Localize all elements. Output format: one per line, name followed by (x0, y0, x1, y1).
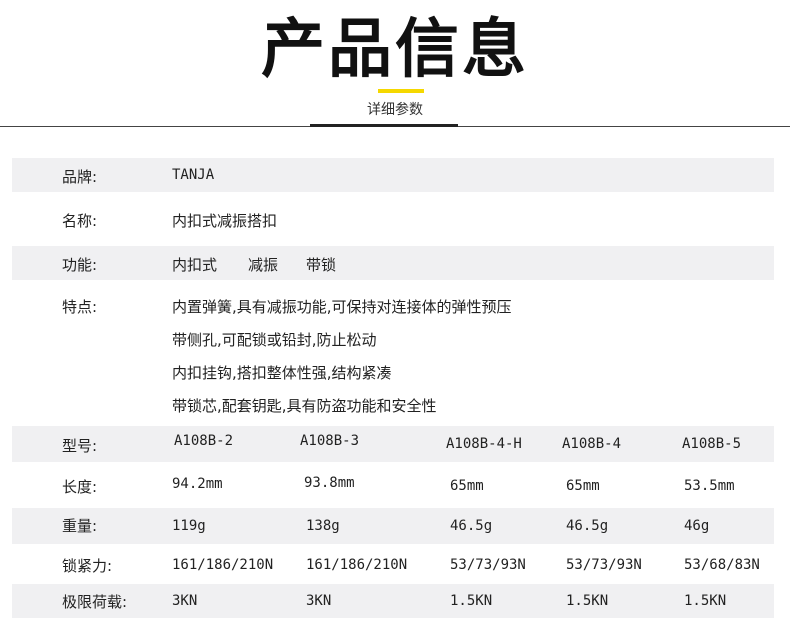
function-label: 功能: (62, 256, 98, 274)
weight-row: 重量: 119g 138g 46.5g 46.5g 46g (12, 508, 774, 544)
weight-value-4: 46.5g (566, 518, 609, 534)
function-value-1: 内扣式 (172, 256, 218, 274)
name-label: 名称: (62, 212, 98, 230)
features-line-3: 内扣挂钩,搭扣整体性强,结构紧凑 (172, 364, 392, 382)
model-value-3: A108B-4-H (446, 436, 522, 452)
load-limit-row: 极限荷载: 3KN 3KN 1.5KN 1.5KN 1.5KN (12, 584, 774, 618)
model-value-1: A108B-2 (174, 433, 234, 449)
lock-force-value-4: 53/73/93N (566, 557, 642, 573)
function-row: 功能: 内扣式 减振 带锁 (12, 246, 774, 280)
load-limit-value-1: 3KN (172, 593, 198, 609)
length-row: 长度: 94.2mm 93.8mm 65mm 65mm 53.5mm (12, 468, 774, 504)
header-divider-accent (310, 124, 458, 127)
weight-value-2: 138g (306, 518, 340, 534)
features-label: 特点: (62, 298, 98, 316)
model-label: 型号: (62, 437, 98, 455)
load-limit-label: 极限荷载: (62, 593, 128, 611)
function-value-2: 减振 (248, 256, 279, 274)
title-accent-bar (378, 89, 424, 93)
features-line-1: 内置弹簧,具有减振功能,可保持对连接体的弹性预压 (172, 298, 512, 316)
lock-force-value-3: 53/73/93N (450, 557, 526, 573)
weight-value-5: 46g (684, 518, 710, 534)
load-limit-value-4: 1.5KN (566, 593, 609, 609)
length-value-3: 65mm (450, 478, 484, 494)
features-line-4: 带锁芯,配套钥匙,具有防盗功能和安全性 (172, 397, 437, 415)
load-limit-value-5: 1.5KN (684, 593, 727, 609)
model-value-2: A108B-3 (300, 433, 360, 449)
load-limit-value-3: 1.5KN (450, 593, 493, 609)
page-subtitle: 详细参数 (367, 102, 423, 118)
lock-force-label: 锁紧力: (62, 557, 113, 575)
weight-label: 重量: (62, 517, 98, 535)
length-value-1: 94.2mm (172, 476, 223, 492)
brand-label: 品牌: (62, 168, 98, 186)
lock-force-value-1: 161/186/210N (172, 557, 274, 573)
page-title: 产品信息 (261, 13, 529, 87)
brand-value: TANJA (172, 167, 215, 183)
weight-value-3: 46.5g (450, 518, 493, 534)
features-line-2: 带侧孔,可配锁或铅封,防止松动 (172, 331, 377, 349)
brand-row: 品牌: TANJA (12, 158, 774, 192)
model-row: 型号: A108B-2 A108B-3 A108B-4-H A108B-4 A1… (12, 426, 774, 462)
length-value-5: 53.5mm (684, 478, 735, 494)
lock-force-row: 锁紧力: 161/186/210N 161/186/210N 53/73/93N… (12, 548, 774, 582)
load-limit-value-2: 3KN (306, 593, 332, 609)
features-row: 特点: 内置弹簧,具有减振功能,可保持对连接体的弹性预压 带侧孔,可配锁或铅封,… (12, 288, 774, 420)
function-value-3: 带锁 (306, 256, 337, 274)
model-value-4: A108B-4 (562, 436, 622, 452)
length-value-4: 65mm (566, 478, 600, 494)
length-label: 长度: (62, 478, 98, 496)
weight-value-1: 119g (172, 518, 206, 534)
lock-force-value-5: 53/68/83N (684, 557, 760, 573)
model-value-5: A108B-5 (682, 436, 742, 452)
length-value-2: 93.8mm (304, 475, 355, 491)
name-value: 内扣式减振搭扣 (172, 212, 278, 230)
lock-force-value-2: 161/186/210N (306, 557, 408, 573)
name-row: 名称: 内扣式减振搭扣 (12, 202, 774, 236)
